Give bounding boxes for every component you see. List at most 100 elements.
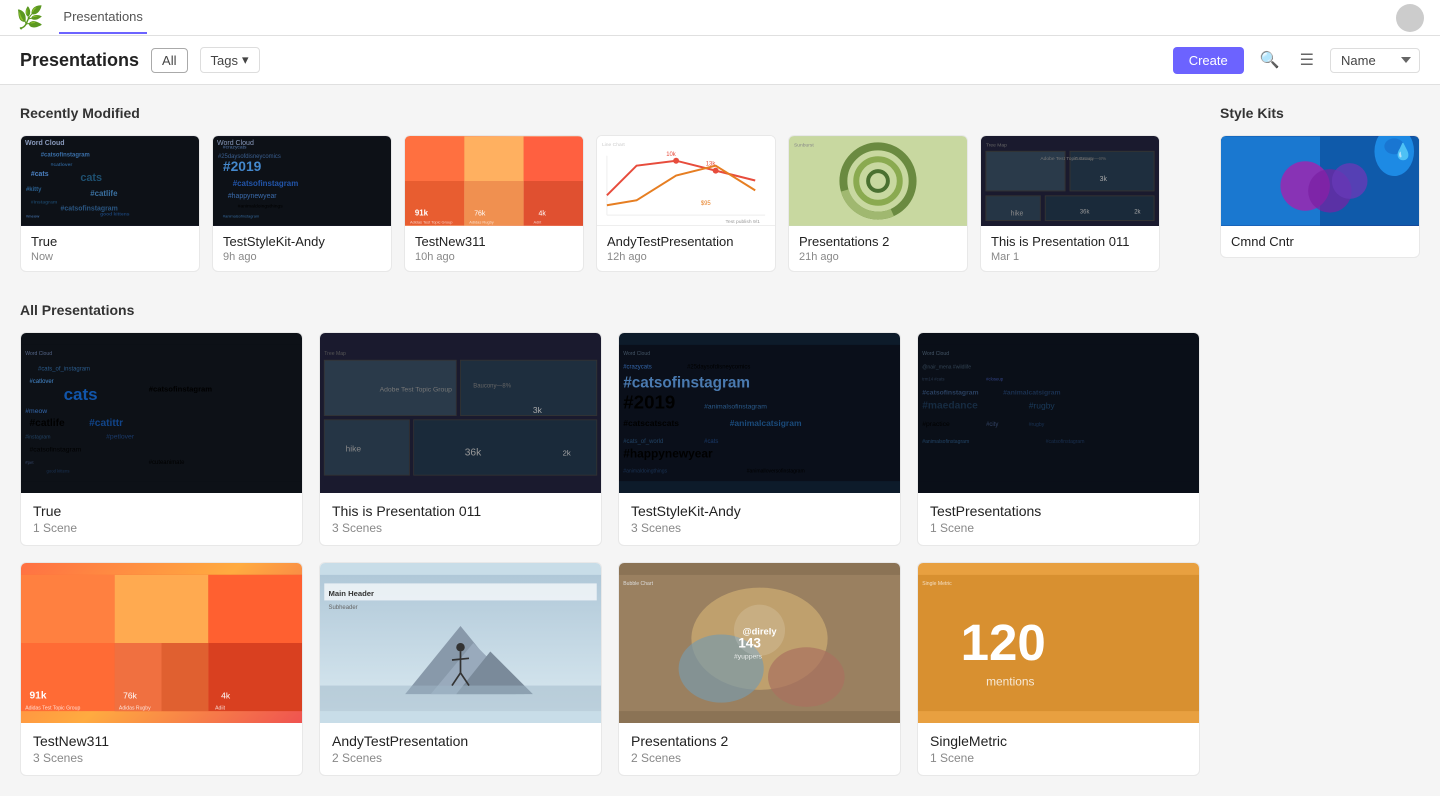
svg-text:Single Metric: Single Metric	[922, 581, 952, 587]
recent-info: TestNew311 10h ago	[405, 226, 583, 271]
svg-text:#cats: #cats	[704, 439, 718, 445]
svg-text:#kitty: #kitty	[26, 187, 42, 193]
svg-text:good kittens: good kittens	[100, 212, 130, 218]
recent-card-stylekit-andy[interactable]: #crazycats #25daysofdisneycomics #2019 #…	[212, 135, 392, 272]
pres-card-andytest2[interactable]: Main Header Subheader	[319, 562, 602, 776]
svg-text:Word Cloud: Word Cloud	[623, 351, 650, 357]
svg-text:#petlover: #petlover	[106, 434, 135, 441]
svg-text:2k: 2k	[563, 449, 571, 458]
style-kit-card-cmnd[interactable]: 💧 Cmnd Cntr	[1220, 135, 1420, 258]
user-avatar[interactable]	[1396, 4, 1424, 32]
pres-card-true[interactable]: Word Cloud #cats_of_instagram #catlover …	[20, 332, 303, 546]
pres-info: TestStyleKit-Andy 3 Scenes	[619, 493, 900, 545]
pres-info: This is Presentation 011 3 Scenes	[320, 493, 601, 545]
pres-scenes: 1 Scene	[930, 751, 1187, 765]
search-icon: 🔍	[1260, 52, 1280, 69]
recent-card-andytest[interactable]: Line Chart 10k 13k $95 Test publish 9/1	[596, 135, 776, 272]
tags-label: Tags	[211, 53, 238, 68]
sort-select[interactable]: Name Date Modified	[1330, 48, 1420, 73]
pres-info: AndyTestPresentation 2 Scenes	[320, 723, 601, 775]
svg-text:Adiit: Adiit	[215, 705, 225, 711]
svg-text:#maedance: #maedance	[922, 401, 978, 412]
sort-icon-button[interactable]: ☰	[1296, 46, 1318, 74]
svg-text:cats: cats	[80, 172, 102, 184]
cmnd-thumb-svg	[1221, 136, 1419, 226]
pres-name: TestPresentations	[930, 503, 1187, 519]
svg-text:Baucony—8%: Baucony—8%	[473, 383, 511, 389]
single-metric-svg: Single Metric 120 mentions	[918, 563, 1199, 723]
svg-text:#instagram: #instagram	[25, 435, 50, 441]
pres-name: Presentations 2	[631, 733, 888, 749]
recent-card-testnew311[interactable]: 91k 76k 4k Adidas Test Topic Group Adida…	[404, 135, 584, 272]
pres-scenes: 3 Scenes	[33, 751, 290, 765]
svg-text:120: 120	[961, 614, 1046, 671]
pres-card-pres011[interactable]: Tree Map Adobe Test Topic Group Baucony—…	[319, 332, 602, 546]
svg-text:#catsofinstagram: #catsofinstagram	[41, 152, 90, 158]
search-icon-button[interactable]: 🔍	[1256, 46, 1284, 74]
recent-card-name: True	[31, 234, 189, 249]
svg-text:#city: #city	[986, 422, 998, 428]
svg-text:#catlife: #catlife	[90, 189, 118, 198]
svg-text:cats: cats	[64, 385, 98, 404]
svg-text:#cats_of_instagram: #cats_of_instagram	[38, 366, 90, 372]
svg-text:#cats_of_world: #cats_of_world	[623, 439, 663, 445]
svg-text:#cats: #cats	[31, 171, 49, 178]
pres-scenes: 2 Scenes	[332, 751, 589, 765]
svg-text:#animaldoingthings: #animaldoingthings	[623, 469, 667, 475]
pres-card-single-metric[interactable]: Single Metric 120 mentions SingleMetric …	[917, 562, 1200, 776]
svg-text:Word Cloud: Word Cloud	[25, 351, 52, 357]
top-nav: 🌿 Presentations	[0, 0, 1440, 36]
svg-text:$95: $95	[701, 201, 712, 207]
pres-info: TestPresentations 1 Scene	[918, 493, 1199, 545]
svg-text:36k: 36k	[465, 448, 482, 459]
recent-card-presentations2[interactable]: Sunburst Presentations 2 21h ago	[788, 135, 968, 272]
pres-true-svg: Word Cloud #cats_of_instagram #catlover …	[21, 333, 302, 493]
svg-text:#instagram: #instagram	[31, 200, 58, 206]
svg-text:#catsofinstagram: #catsofinstagram	[1046, 439, 1085, 445]
svg-text:#catsofinstagram: #catsofinstagram	[922, 389, 978, 396]
svg-text:Tree Map: Tree Map	[986, 142, 1007, 148]
squirrel-svg: Bubble Chart @direly 143 #yuppers	[619, 563, 900, 723]
recent-info: True Now	[21, 226, 199, 271]
pres-card-presentations2[interactable]: Bubble Chart @direly 143 #yuppers Presen…	[618, 562, 901, 776]
svg-text:13k: 13k	[706, 162, 716, 168]
all-presentations-title: All Presentations	[20, 302, 1200, 318]
testpres-svg: Word Cloud @nair_mena #wildlife trm14 #c…	[918, 333, 1199, 493]
stylekit-thumb-svg: #crazycats #25daysofdisneycomics #2019 #…	[213, 136, 391, 226]
recent-card-time: Mar 1	[991, 251, 1149, 263]
recent-card-time: Now	[31, 251, 189, 263]
svg-text:#catscatscats: #catscatscats	[623, 418, 679, 428]
svg-text:#catsofinstagram: #catsofinstagram	[149, 385, 213, 394]
svg-text:Baucony—8%: Baucony—8%	[1075, 156, 1107, 162]
main-content: Recently Modified #catsofinstagram #catl…	[0, 85, 1440, 796]
svg-text:good kittens: good kittens	[47, 469, 70, 474]
recent-card-pres011[interactable]: Tree Map 3k hike 36k 2k Adobe Test Topic…	[980, 135, 1160, 272]
pres-card-testnew311[interactable]: 91k 76k 4k Adidas Test Topic Group Adida…	[20, 562, 303, 776]
svg-text:#happynewyear: #happynewyear	[623, 446, 713, 460]
recently-modified-title: Recently Modified	[20, 105, 1200, 121]
pres-scenes: 3 Scenes	[631, 521, 888, 535]
svg-text:Adidas Test Topic Group: Adidas Test Topic Group	[25, 705, 80, 711]
create-button[interactable]: Create	[1173, 47, 1244, 74]
svg-text:3k: 3k	[533, 405, 543, 415]
filter-all-button[interactable]: All	[151, 48, 187, 73]
recent-info: This is Presentation 011 Mar 1	[981, 226, 1159, 271]
recent-card-true[interactable]: #catsofinstagram #catlover #cats cats #k…	[20, 135, 200, 272]
svg-text:Word Cloud: Word Cloud	[922, 351, 949, 357]
nav-tab-presentations[interactable]: Presentations	[59, 1, 147, 34]
svg-text:#cuteanimate: #cuteanimate	[149, 460, 185, 466]
pres-card-stylekit-andy[interactable]: Word Cloud #crazycats #25daysofdisneycom…	[618, 332, 901, 546]
sort-lines-icon: ☰	[1300, 52, 1314, 69]
svg-text:4k: 4k	[221, 690, 231, 700]
filter-tags-button[interactable]: Tags ▾	[200, 47, 260, 73]
svg-text:Adiit: Adiit	[534, 220, 543, 225]
recently-modified-grid: #catsofinstagram #catlover #cats cats #k…	[20, 135, 1200, 272]
svg-text:Line Chart: Line Chart	[602, 142, 625, 148]
pres-scenes: 1 Scene	[930, 521, 1187, 535]
svg-text:Adobe Test Topic Group: Adobe Test Topic Group	[380, 387, 453, 394]
all-presentations-grid: Word Cloud #cats_of_instagram #catlover …	[20, 332, 1200, 776]
svg-text:trm14 #cats: trm14 #cats	[922, 377, 944, 382]
pres-card-testpresentations[interactable]: Word Cloud @nair_mena #wildlife trm14 #c…	[917, 332, 1200, 546]
pres-scenes: 3 Scenes	[332, 521, 589, 535]
svg-text:4k: 4k	[539, 211, 547, 218]
